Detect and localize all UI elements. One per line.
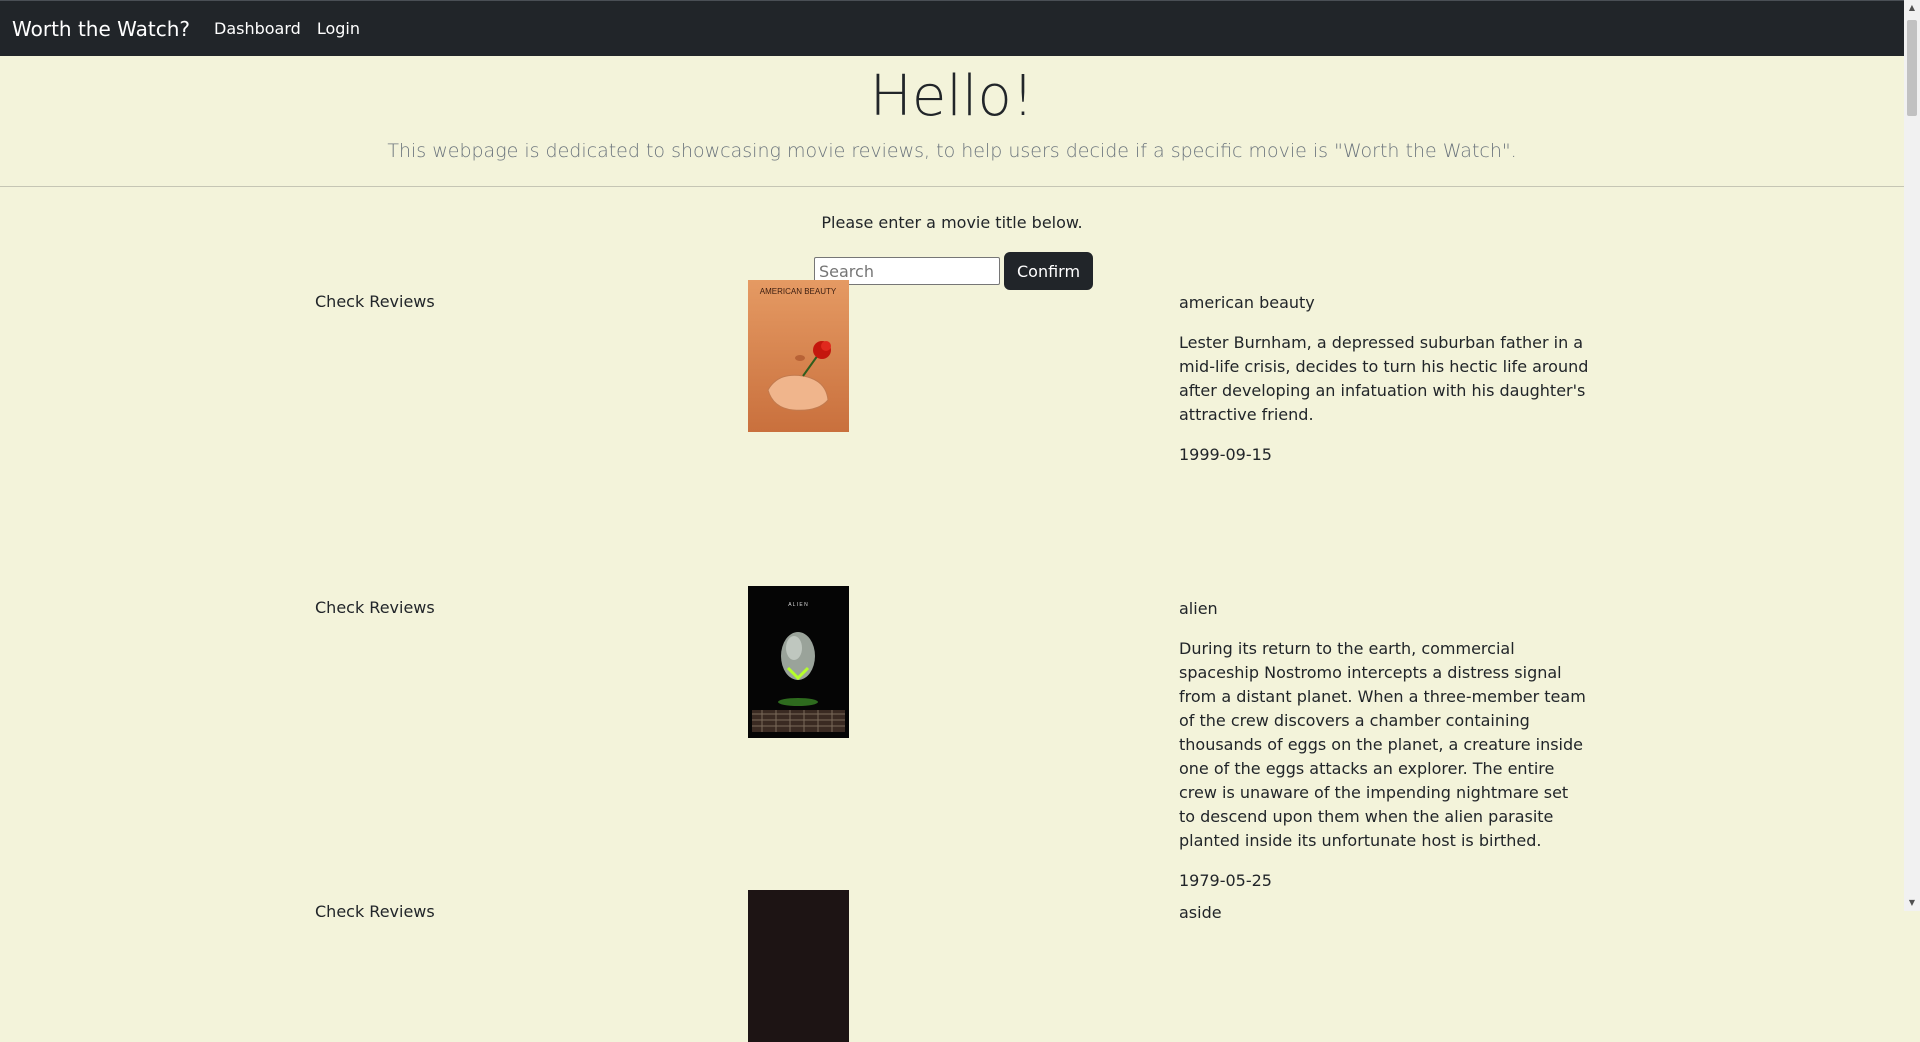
movie-overview: Lester Burnham, a depressed suburban fat… <box>1179 333 1589 424</box>
movie-poster: AMERICAN BEAUTY <box>748 280 849 432</box>
movie-poster <box>748 890 849 1042</box>
check-reviews-link[interactable]: Check Reviews <box>315 291 435 313</box>
scroll-down-arrow-icon[interactable]: ▼ <box>1904 895 1920 911</box>
scroll-thumb[interactable] <box>1907 20 1917 116</box>
check-reviews-link[interactable]: Check Reviews <box>315 901 435 923</box>
hero-section: Hello! This webpage is dedicated to show… <box>0 56 1904 162</box>
movie-info: american beauty Lester Burnham, a depres… <box>1179 291 1589 467</box>
movie-overview: During its return to the earth, commerci… <box>1179 639 1586 850</box>
poster-title: AMERICAN BEAUTY <box>760 287 837 296</box>
movie-info: aside <box>1179 901 1589 941</box>
movie-title: aside <box>1179 903 1222 922</box>
movie-poster: A L I E N <box>748 586 849 738</box>
movie-release-date: 1979-05-25 <box>1179 871 1272 890</box>
divider <box>0 186 1904 187</box>
scroll-up-arrow-icon[interactable]: ▲ <box>1904 0 1920 16</box>
nav-login-link[interactable]: Login <box>317 19 360 38</box>
nav-dashboard-link[interactable]: Dashboard <box>214 19 301 38</box>
scrollbar[interactable]: ▲ ▼ <box>1904 0 1920 911</box>
navbar: Worth the Watch? Dashboard Login <box>0 0 1904 56</box>
movie-release-date: 1999-09-15 <box>1179 445 1272 464</box>
confirm-button[interactable]: Confirm <box>1004 252 1094 290</box>
brand-link[interactable]: Worth the Watch? <box>12 17 190 41</box>
movie-title: alien <box>1179 599 1218 618</box>
poster-title: A L I E N <box>788 602 808 608</box>
movie-title: american beauty <box>1179 293 1315 312</box>
check-reviews-link[interactable]: Check Reviews <box>315 597 435 619</box>
search-form: Confirm <box>814 252 1094 290</box>
search-prompt: Please enter a movie title below. <box>821 213 1083 232</box>
movie-info: alien During its return to the earth, co… <box>1179 597 1589 893</box>
hero-lead: This webpage is dedicated to showcasing … <box>387 140 1517 162</box>
hero-heading: Hello! <box>869 64 1035 129</box>
